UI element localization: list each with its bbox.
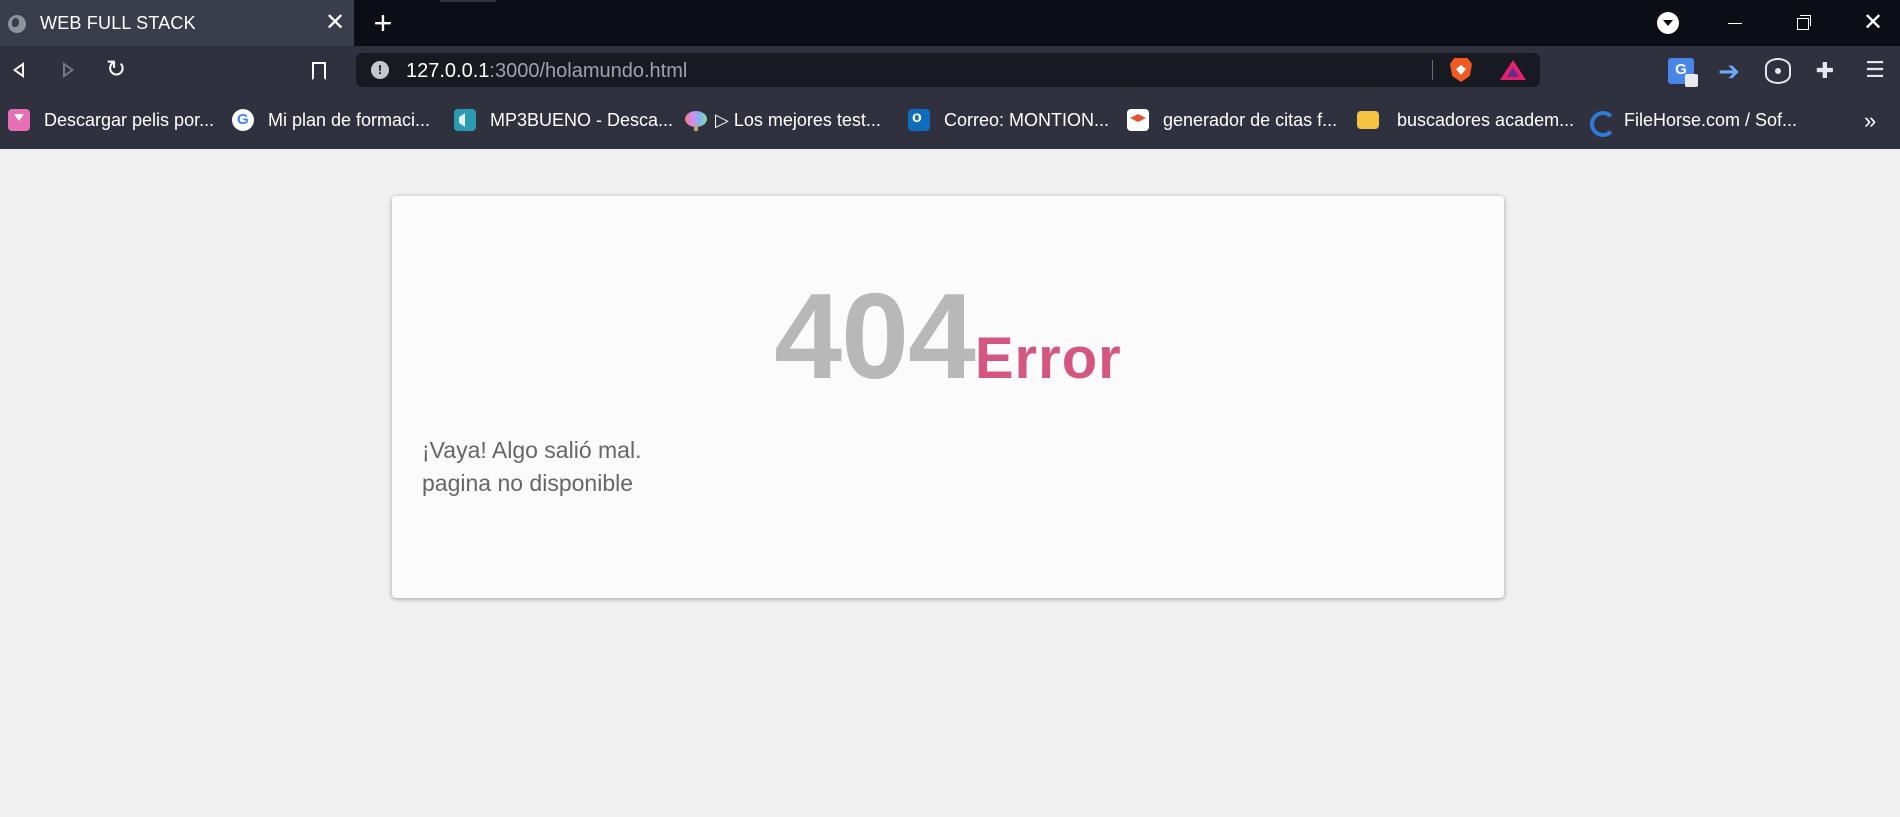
bookmark-item[interactable]: ▷ Los mejores test...: [685, 108, 881, 132]
url-host: 127.0.0.1: [406, 60, 490, 82]
bookmark-label: buscadores academ...: [1397, 109, 1575, 130]
extensions-puzzle-icon[interactable]: ✚: [1812, 58, 1838, 84]
graduation-cap-icon: [1127, 109, 1149, 131]
url-path: :3000/holamundo.html: [489, 60, 688, 82]
site-info-icon[interactable]: !: [371, 61, 389, 79]
url-text[interactable]: 127.0.0.1:3000/holamundo.html: [406, 60, 687, 83]
folder-icon: [1357, 111, 1379, 129]
filehorse-icon: [1588, 109, 1616, 137]
bookmark-item[interactable]: buscadores academ...: [1357, 108, 1574, 132]
tab-strip: WEB FULL STACK ✕ + ✕: [0, 0, 1900, 46]
error-message-line-1: ¡Vaya! Algo salió mal.: [422, 437, 642, 463]
brave-shields-icon[interactable]: [1450, 58, 1472, 82]
bookmarks-overflow-button[interactable]: »: [1864, 108, 1876, 134]
bookmark-label: Mi plan de formaci...: [268, 109, 431, 130]
error-code: 404: [774, 268, 976, 404]
download-icon: [8, 109, 30, 131]
bookmark-label: Descargar pelis por...: [44, 109, 215, 130]
error-message-line-2: pagina no disponible: [422, 470, 634, 496]
translate-extension-icon[interactable]: G: [1668, 58, 1698, 87]
bookmark-item[interactable]: MP3BUENO - Desca...: [454, 108, 673, 132]
tab-title: WEB FULL STACK: [40, 13, 196, 33]
bookmark-item[interactable]: Mi plan de formaci...: [232, 108, 430, 132]
browser-toolbar: ↻ ! 127.0.0.1:3000/holamundo.html G ➔ ✚ …: [0, 46, 1900, 94]
error-word: Error: [974, 326, 1122, 391]
bookmark-item[interactable]: Correo: MONTION...: [908, 108, 1109, 132]
react-devtools-icon[interactable]: [1765, 58, 1791, 84]
minimize-button[interactable]: [1712, 6, 1758, 40]
bookmark-label: generador de citas f...: [1163, 109, 1338, 130]
brave-rewards-icon[interactable]: [1500, 60, 1526, 80]
mp3-icon: [454, 109, 476, 131]
new-tab-button[interactable]: +: [370, 7, 396, 39]
forward-button[interactable]: [52, 54, 84, 86]
error-message: ¡Vaya! Algo salió mal. pagina no disponi…: [422, 434, 641, 500]
bookmark-label: Correo: MONTION...: [944, 109, 1110, 130]
google-icon: [232, 109, 254, 131]
bookmark-label: FileHorse.com / Sof...: [1624, 109, 1798, 130]
bookmark-item[interactable]: FileHorse.com / Sof...: [1588, 108, 1798, 137]
reload-button[interactable]: ↻: [100, 54, 132, 86]
tab-close-icon[interactable]: ✕: [324, 10, 346, 36]
brain-icon: [685, 109, 707, 131]
arrow-extension-icon[interactable]: ➔: [1716, 58, 1742, 84]
bookmark-item[interactable]: generador de citas f...: [1127, 108, 1337, 132]
bookmarks-bar: Descargar pelis por... Mi plan de formac…: [0, 94, 1900, 149]
tab-strip-indicator: [440, 0, 496, 2]
restore-button[interactable]: [1780, 6, 1826, 40]
tab-search-icon[interactable]: [1657, 12, 1679, 34]
globe-icon: [8, 15, 26, 33]
address-bar[interactable]: ! 127.0.0.1:3000/holamundo.html: [356, 53, 1540, 87]
bookmark-label: ▷ Los mejores test...: [715, 109, 881, 130]
address-separator: [1432, 60, 1433, 80]
browser-menu-icon[interactable]: ☰: [1862, 58, 1888, 84]
bookmark-icon[interactable]: [312, 62, 326, 80]
window-close-button[interactable]: ✕: [1850, 6, 1896, 40]
outlook-icon: [908, 109, 930, 131]
error-card: 404Error ¡Vaya! Algo salió mal. pagina n…: [392, 196, 1504, 598]
error-heading: 404Error: [392, 266, 1504, 406]
tab-active[interactable]: WEB FULL STACK ✕: [0, 0, 354, 46]
bookmark-item[interactable]: Descargar pelis por...: [8, 108, 214, 132]
bookmark-label: MP3BUENO - Desca...: [490, 109, 674, 130]
back-button[interactable]: [4, 54, 36, 86]
